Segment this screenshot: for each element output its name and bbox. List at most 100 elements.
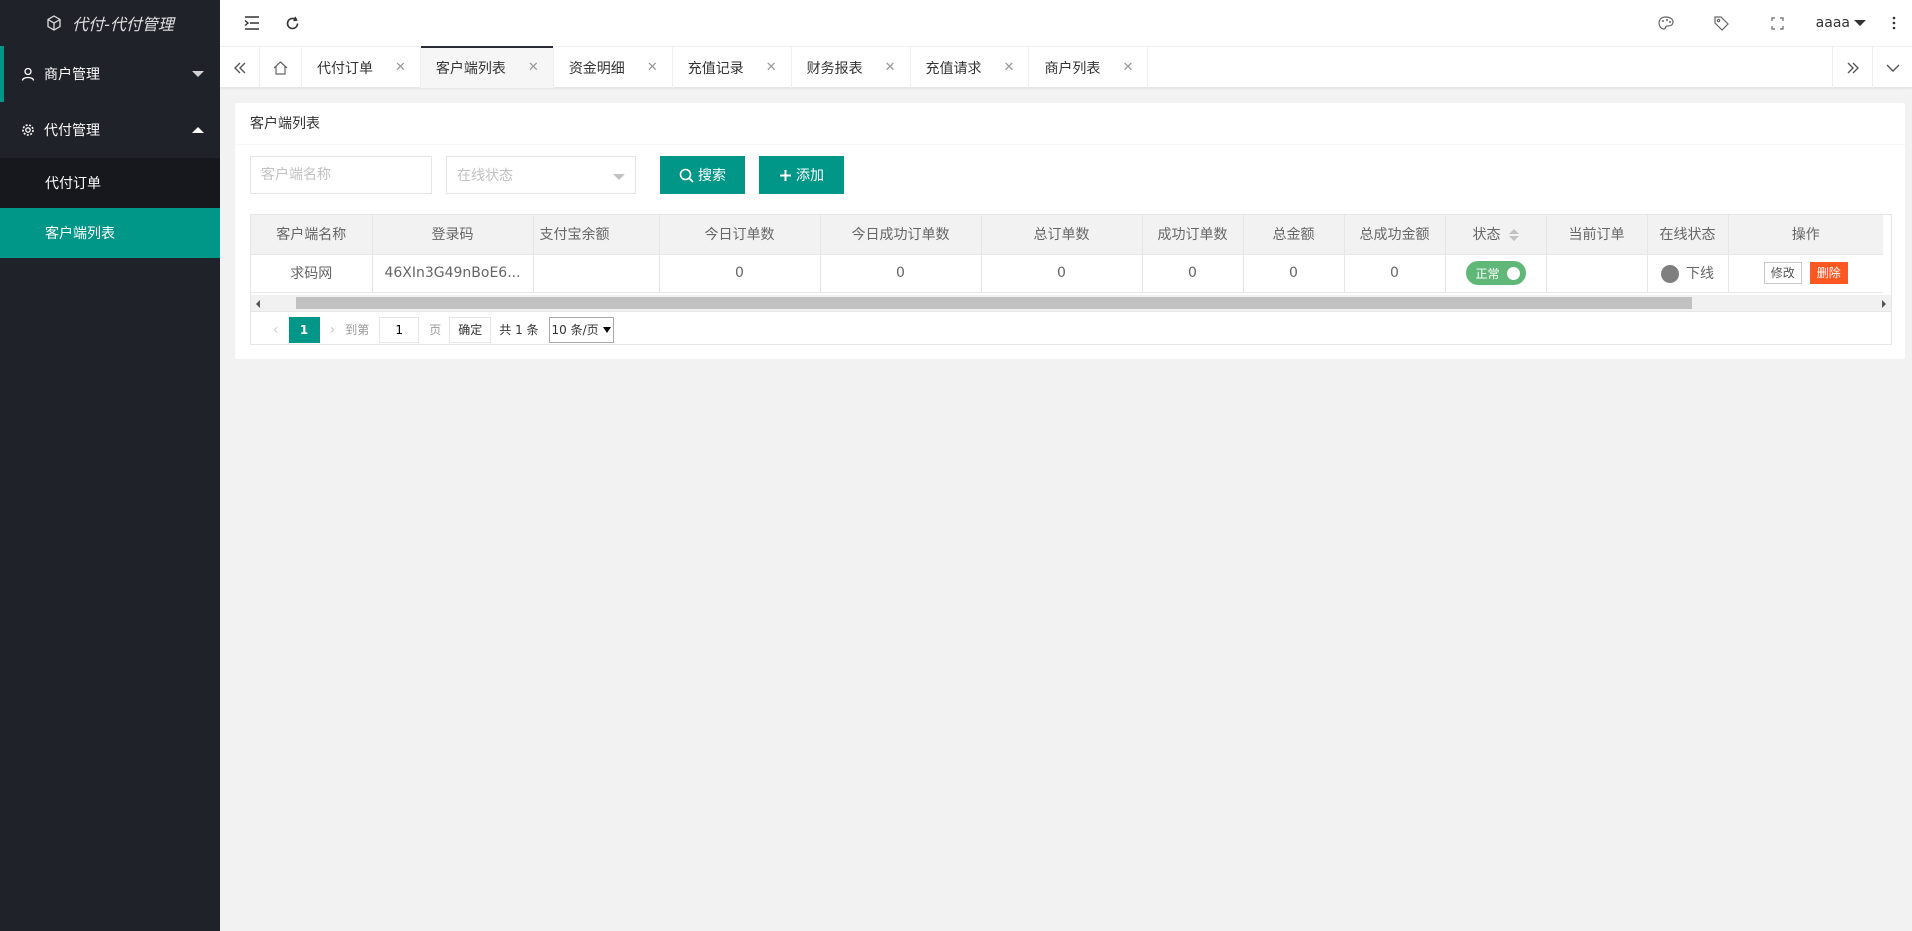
tab-label: 充值请求 [925, 60, 982, 77]
scroll-left-arrow-icon[interactable] [256, 300, 260, 308]
tab-recharge-requests[interactable]: 充值请求 ✕ [911, 47, 1030, 88]
tabs-dropdown-icon[interactable] [1872, 47, 1912, 88]
menu-merchant-management[interactable]: 商户管理 [0, 46, 220, 102]
gear-icon [20, 122, 36, 138]
scroll-right-arrow-icon[interactable] [1882, 300, 1886, 308]
menu-payout-label: 代付管理 [44, 123, 100, 139]
tab-merchant-list[interactable]: 商户列表 ✕ [1029, 47, 1149, 88]
column-header: 总成功金额 [1344, 215, 1446, 255]
close-icon[interactable]: ✕ [395, 60, 406, 75]
tab-bar: 代付订单 ✕ 客户端列表 ✕ 资金明细 ✕ 充值记录 ✕ 财务报表 ✕ 充值请求 ✕ 商户列… [220, 46, 1912, 88]
caret-down-icon [613, 174, 625, 180]
column-header: 支付宝余额 [533, 215, 660, 255]
close-icon[interactable]: ✕ [528, 60, 539, 75]
horizontal-scrollbar[interactable] [251, 295, 1891, 312]
pagination: ‹ 1 › 到第 页 确定 共 1 条 10 条/页 [251, 314, 614, 345]
client-table: 客户端名称 登录码 支付宝余额 今日订单数 今日成功订单数 总订单数 成功订单数… [251, 215, 1883, 293]
offline-dot-icon [1661, 265, 1679, 283]
tab-label: 客户端列表 [435, 60, 506, 77]
page-number-current[interactable]: 1 [288, 316, 320, 343]
scrollbar-thumb[interactable] [296, 297, 1692, 309]
goto-confirm-button[interactable]: 确定 [449, 316, 492, 343]
edit-button[interactable]: 修改 [1763, 262, 1802, 284]
add-button-label: 添加 [796, 168, 824, 184]
cell-total-orders: 0 [981, 254, 1143, 293]
chevron-down-icon [602, 326, 611, 333]
tab-label: 商户列表 [1044, 60, 1101, 77]
close-icon[interactable]: ✕ [1004, 60, 1015, 75]
tab-payout-orders[interactable]: 代付订单 ✕ [302, 47, 421, 88]
header-right: aaaa [1638, 0, 1912, 46]
page-size-value: 10 条/页 [551, 323, 599, 337]
refresh-icon[interactable] [272, 0, 312, 46]
app-logo: 代付-代付管理 [0, 0, 220, 46]
tab-label: 代付订单 [317, 60, 373, 77]
client-name-search-input[interactable] [250, 156, 432, 194]
chevron-up-icon [192, 127, 204, 133]
cell-status: 正常 [1445, 254, 1547, 293]
tab-fund-details[interactable]: 资金明细 ✕ [554, 47, 673, 88]
app-title: 代付-代付管理 [72, 15, 174, 34]
status-toggle[interactable]: 正常 [1465, 261, 1526, 285]
fullscreen-icon[interactable] [1750, 0, 1806, 46]
goto-label: 到第 [345, 323, 370, 337]
column-header: 成功订单数 [1142, 215, 1244, 255]
tab-label: 财务报表 [806, 60, 863, 77]
goto-page-input[interactable] [379, 316, 420, 343]
close-icon[interactable]: ✕ [1122, 60, 1133, 75]
delete-button[interactable]: 删除 [1809, 262, 1848, 284]
tab-recharge-records[interactable]: 充值记录 ✕ [673, 47, 792, 88]
close-icon[interactable]: ✕ [885, 60, 896, 75]
sidebar: 代付-代付管理 商户管理 代付管理 代付订单 客户端列表 [0, 0, 220, 931]
table-row: 求码网 46XIn3G49nBoE6... 0 0 0 0 0 0 正常 下线 … [251, 254, 1883, 293]
menu-group-payout: 代付管理 代付订单 客户端列表 [0, 102, 220, 258]
status-column-header[interactable]: 状态 [1445, 215, 1547, 255]
tabs-scroll-right-icon[interactable] [1832, 47, 1872, 88]
client-table-container: 客户端名称 登录码 支付宝余额 今日订单数 今日成功订单数 总订单数 成功订单数… [250, 214, 1892, 345]
tag-icon[interactable] [1694, 0, 1750, 46]
online-status-placeholder: 在线状态 [457, 168, 513, 184]
sidebar-item-payout-orders[interactable]: 代付订单 [0, 158, 220, 208]
home-icon[interactable] [260, 47, 302, 88]
tab-label: 资金明细 [568, 60, 625, 77]
more-vertical-icon[interactable] [1876, 0, 1912, 46]
tabs-scroll-left-icon[interactable] [220, 47, 260, 88]
total-count: 共 1 条 [499, 323, 539, 337]
cell-current-order [1546, 254, 1648, 293]
menu-fold-icon[interactable] [232, 0, 272, 46]
chevron-down-icon [192, 71, 204, 77]
cell-client-name: 求码网 [251, 254, 373, 293]
table-header-row: 客户端名称 登录码 支付宝余额 今日订单数 今日成功订单数 总订单数 成功订单数… [251, 215, 1883, 255]
card-title: 客户端列表 [235, 103, 1905, 145]
menu-payout-management[interactable]: 代付管理 [0, 102, 220, 158]
menu-merchant-label: 商户管理 [44, 67, 100, 83]
user-menu[interactable]: aaaa [1806, 15, 1876, 31]
cube-icon [46, 15, 62, 31]
search-button[interactable]: 搜索 [660, 156, 745, 194]
close-icon[interactable]: ✕ [766, 60, 777, 75]
online-status-select[interactable]: 在线状态 [446, 156, 636, 194]
cell-actions: 修改 删除 [1728, 254, 1883, 293]
online-status-text: 下线 [1686, 266, 1714, 282]
tab-client-list[interactable]: 客户端列表 ✕ [420, 46, 554, 88]
tab-finance-report[interactable]: 财务报表 ✕ [792, 47, 911, 88]
prev-page-icon[interactable]: ‹ [273, 322, 279, 338]
next-page-icon[interactable]: › [330, 322, 336, 338]
tabs-right-controls [1832, 47, 1912, 88]
column-header: 在线状态 [1647, 215, 1729, 255]
search-button-label: 搜索 [698, 168, 726, 184]
cell-success-orders: 0 [1142, 254, 1244, 293]
column-header: 操作 [1728, 215, 1883, 255]
column-header-label: 状态 [1472, 227, 1501, 244]
add-button[interactable]: 添加 [759, 156, 844, 194]
sort-icon[interactable] [1508, 229, 1519, 242]
page-size-select[interactable]: 10 条/页 [548, 316, 614, 343]
cell-online-status: 下线 [1647, 254, 1729, 293]
column-header: 今日订单数 [659, 215, 821, 255]
status-toggle-label: 正常 [1475, 266, 1500, 281]
close-icon[interactable]: ✕ [647, 60, 658, 75]
page-unit-label: 页 [429, 323, 442, 337]
cell-today-orders: 0 [659, 254, 821, 293]
sidebar-item-client-list[interactable]: 客户端列表 [0, 208, 220, 258]
theme-palette-icon[interactable] [1638, 0, 1694, 46]
